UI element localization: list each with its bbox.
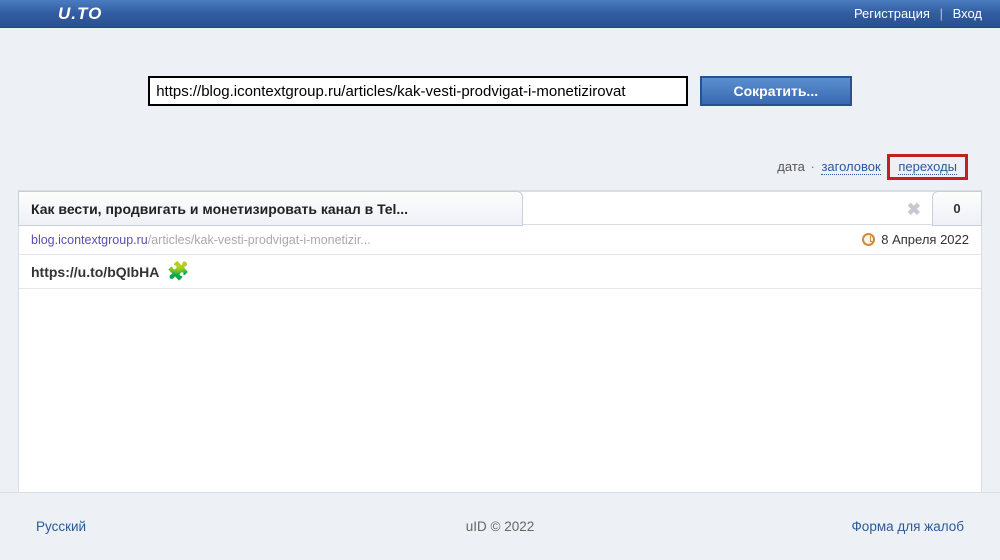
sort-visits-highlight: переходы <box>887 154 968 180</box>
entry-date: 8 Апреля 2022 <box>881 232 969 247</box>
source-domain: blog.icontextgroup.ru <box>31 233 148 247</box>
url-input[interactable] <box>148 76 688 106</box>
shorten-button[interactable]: Сократить... <box>700 76 852 106</box>
entry-title-tab[interactable]: Как вести, продвигать и монетизировать к… <box>18 191 523 226</box>
entry-short-row: https://u.to/bQIbHA 🧩 <box>19 255 981 289</box>
puzzle-icon[interactable]: 🧩 <box>167 261 189 282</box>
sort-date-label: дата <box>777 159 805 174</box>
clock-icon <box>862 233 875 246</box>
auth-links: Регистрация | Вход <box>854 6 982 21</box>
language-link[interactable]: Русский <box>36 519 86 534</box>
entry-date-area: 8 Апреля 2022 <box>862 232 969 247</box>
copyright: uID © 2022 <box>466 519 535 534</box>
footer: Русский uID © 2022 Форма для жалоб <box>0 492 1000 560</box>
close-icon[interactable]: ✖ <box>907 200 921 220</box>
logo[interactable]: U.TO <box>58 4 102 24</box>
complaints-link[interactable]: Форма для жалоб <box>852 519 964 534</box>
login-link[interactable]: Вход <box>953 6 982 21</box>
source-url[interactable]: blog.icontextgroup.ru/articles/kak-vesti… <box>31 233 371 247</box>
visits-count: 0 <box>953 201 960 216</box>
entry-title: Как вести, продвигать и монетизировать к… <box>31 201 408 217</box>
source-path: /articles/kak-vesti-prodvigat-i-monetizi… <box>148 233 371 247</box>
entry-source-row: blog.icontextgroup.ru/articles/kak-vesti… <box>19 225 981 255</box>
links-list: Как вести, продвигать и монетизировать к… <box>18 190 982 494</box>
dot: · <box>809 159 818 174</box>
sort-title-link[interactable]: заголовок <box>821 159 880 175</box>
entry-header-row: Как вести, продвигать и монетизировать к… <box>19 191 981 225</box>
separator: | <box>934 6 949 21</box>
register-link[interactable]: Регистрация <box>854 6 930 21</box>
sort-visits-link[interactable]: переходы <box>898 159 957 175</box>
short-url[interactable]: https://u.to/bQIbHA <box>31 264 159 280</box>
shorten-area: Сократить... <box>0 28 1000 146</box>
sort-bar: дата · заголовок переходы <box>18 146 982 190</box>
header: U.TO Регистрация | Вход <box>0 0 1000 28</box>
visits-count-box[interactable]: 0 <box>932 191 982 226</box>
